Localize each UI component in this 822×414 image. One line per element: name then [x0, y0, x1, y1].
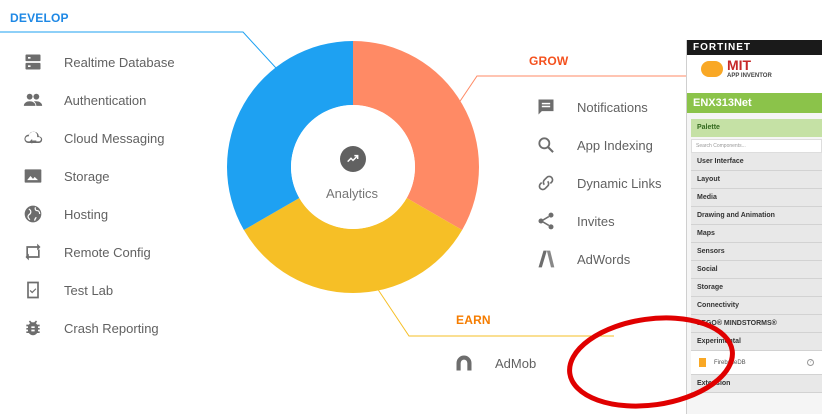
app-inventor-panel: FORTINET MIT APP INVENTOR ENX313Net Pale… [686, 40, 822, 414]
earn-item-admob: AdMob [453, 352, 536, 374]
adwords-icon [535, 248, 557, 270]
fortinet-brand: FORTINET [687, 40, 822, 55]
palette-header: Palette [691, 119, 822, 137]
develop-item-label: Storage [64, 168, 110, 184]
globe-icon [22, 203, 44, 225]
grow-item-app-indexing: App Indexing [535, 134, 653, 156]
grow-item-label: AdWords [577, 251, 631, 267]
develop-title: DEVELOP [10, 11, 69, 25]
grow-item-label: Invites [577, 213, 615, 229]
earn-item-label: AdMob [495, 355, 537, 371]
search-icon [535, 134, 557, 156]
mit-app-inventor-logo: MIT APP INVENTOR [687, 55, 822, 93]
palette-category-experimental[interactable]: Experimental [691, 333, 822, 351]
develop-item-label: Remote Config [64, 244, 151, 260]
palette-category-media[interactable]: Media [691, 189, 822, 207]
palette-category-social[interactable]: Social [691, 261, 822, 279]
develop-item-label: Hosting [64, 206, 109, 222]
help-icon[interactable]: ? [807, 359, 814, 366]
component-label: FirebaseDB [714, 359, 746, 366]
palette-search-input[interactable]: Search Components... [691, 139, 822, 153]
admob-icon [453, 352, 475, 374]
develop-item-cloud-messaging: Cloud Messaging [22, 127, 164, 149]
earn-title: EARN [456, 313, 491, 327]
palette-category-lego-mindstorms[interactable]: LEGO® MINDSTORMS® [691, 315, 822, 333]
develop-item-test-lab: Test Lab [22, 279, 113, 301]
develop-item-authentication: Authentication [22, 89, 146, 111]
palette-category-drawing-animation[interactable]: Drawing and Animation [691, 207, 822, 225]
bee-logo-icon [701, 61, 723, 77]
logo-text: MIT [727, 57, 752, 73]
database-icon [22, 51, 44, 73]
develop-item-realtime-database: Realtime Database [22, 51, 175, 73]
develop-item-hosting: Hosting [22, 203, 108, 225]
message-icon [535, 96, 557, 118]
grow-item-label: Dynamic Links [577, 175, 662, 191]
develop-item-label: Authentication [64, 92, 147, 108]
palette-category-maps[interactable]: Maps [691, 225, 822, 243]
develop-item-label: Realtime Database [64, 54, 175, 70]
people-icon [22, 89, 44, 111]
palette-category-layout[interactable]: Layout [691, 171, 822, 189]
link-icon [535, 172, 557, 194]
palette-component-firebasedb[interactable]: FirebaseDB ? [691, 351, 822, 375]
grow-title: GROW [529, 54, 569, 68]
cloud-sync-icon [22, 127, 44, 149]
grow-item-notifications: Notifications [535, 96, 648, 118]
palette-category-sensors[interactable]: Sensors [691, 243, 822, 261]
palette-category-extension[interactable]: Extension [691, 375, 822, 393]
palette-category-connectivity[interactable]: Connectivity [691, 297, 822, 315]
grow-item-invites: Invites [535, 210, 615, 232]
bug-icon [22, 317, 44, 339]
project-name[interactable]: ENX313Net [687, 93, 822, 113]
palette-category-user-interface[interactable]: User Interface [691, 153, 822, 171]
grow-item-dynamic-links: Dynamic Links [535, 172, 662, 194]
logo-subtext: APP INVENTOR [727, 73, 772, 79]
grow-item-label: App Indexing [577, 137, 653, 153]
firebase-db-icon [699, 358, 706, 367]
image-folder-icon [22, 165, 44, 187]
develop-item-storage: Storage [22, 165, 110, 187]
trending-up-icon [340, 146, 366, 172]
grow-item-label: Notifications [577, 99, 648, 115]
grow-item-adwords: AdWords [535, 248, 630, 270]
remote-config-icon [22, 241, 44, 263]
develop-item-crash-reporting: Crash Reporting [22, 317, 159, 339]
develop-item-remote-config: Remote Config [22, 241, 151, 263]
palette-category-storage[interactable]: Storage [691, 279, 822, 297]
develop-item-label: Crash Reporting [64, 320, 159, 336]
share-icon [535, 210, 557, 232]
develop-item-label: Cloud Messaging [64, 130, 165, 146]
analytics-label: Analytics [325, 186, 379, 201]
device-check-icon [22, 279, 44, 301]
develop-item-label: Test Lab [64, 282, 114, 298]
